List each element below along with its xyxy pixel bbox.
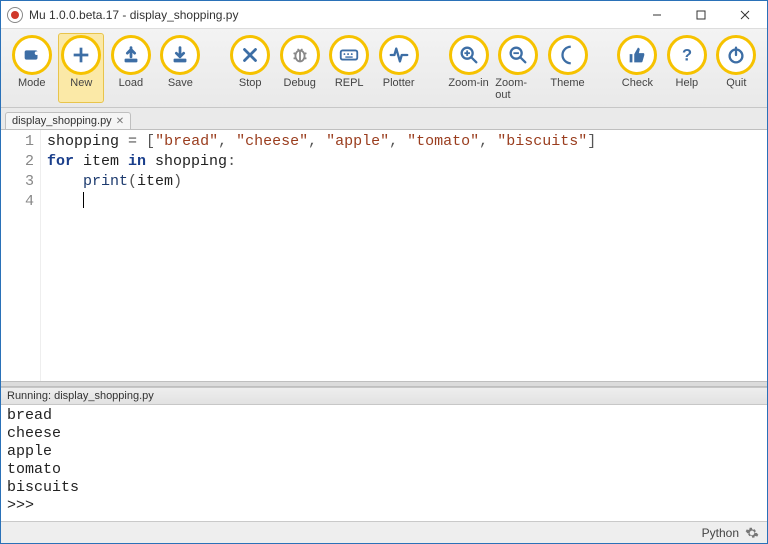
code-line[interactable]: print(item) — [47, 172, 596, 192]
code-line[interactable]: for item in shopping: — [47, 152, 596, 172]
line-number-gutter: 1234 — [1, 130, 41, 381]
settings-icon[interactable] — [745, 526, 759, 540]
plotter-button[interactable]: Plotter — [376, 33, 421, 103]
code-area[interactable]: shopping = ["bread", "cheese", "apple", … — [41, 130, 596, 381]
save-icon — [160, 35, 200, 75]
code-line[interactable] — [47, 192, 596, 212]
code-editor[interactable]: 1234 shopping = ["bread", "cheese", "app… — [1, 130, 767, 381]
line-number: 2 — [1, 152, 34, 172]
new-button[interactable]: New — [58, 33, 104, 103]
save-button[interactable]: Save — [158, 33, 203, 103]
load-icon — [111, 35, 151, 75]
text-cursor — [83, 192, 84, 208]
moon-icon — [548, 35, 588, 75]
close-tab-icon[interactable]: ✕ — [116, 116, 124, 127]
titlebar: Mu 1.0.0.beta.17 - display_shopping.py — [1, 1, 767, 29]
kbd-icon — [329, 35, 369, 75]
theme-button[interactable]: Theme — [545, 33, 590, 103]
line-number: 1 — [1, 132, 34, 152]
line-number: 4 — [1, 192, 34, 212]
tab-bar: display_shopping.py ✕ — [1, 108, 767, 130]
stop-icon — [230, 35, 270, 75]
toolbar-label: Quit — [726, 77, 746, 89]
load-button[interactable]: Load — [108, 33, 153, 103]
toolbar-label: Mode — [18, 77, 46, 89]
code-line[interactable]: shopping = ["bread", "cheese", "apple", … — [47, 132, 596, 152]
toolbar-label: Zoom-in — [448, 77, 488, 89]
toolbar-label: New — [70, 77, 92, 89]
toolbar-label: Zoom-out — [495, 77, 540, 101]
close-button[interactable] — [723, 1, 767, 28]
toolbar-label: Save — [168, 77, 193, 89]
zoomin-button[interactable]: Zoom-in — [446, 33, 491, 103]
maximize-button[interactable] — [679, 1, 723, 28]
mode-icon — [12, 35, 52, 75]
toolbar: Mode New Load Save Stop Debug REPL Plotter Zoom-… — [1, 29, 767, 108]
zout-icon — [498, 35, 538, 75]
mode-button[interactable]: Mode — [9, 33, 54, 103]
zin-icon — [449, 35, 489, 75]
plus-icon — [61, 35, 101, 75]
check-button[interactable]: Check — [615, 33, 660, 103]
help-icon: ? — [667, 35, 707, 75]
toolbar-label: Debug — [284, 77, 316, 89]
debug-button[interactable]: Debug — [277, 33, 322, 103]
toolbar-label: Load — [119, 77, 143, 89]
line-number: 3 — [1, 172, 34, 192]
app-icon — [7, 7, 23, 23]
tab-file[interactable]: display_shopping.py ✕ — [5, 112, 131, 129]
toolbar-label: Check — [622, 77, 653, 89]
status-mode: Python — [702, 526, 739, 540]
help-button[interactable]: ? Help — [664, 33, 709, 103]
status-bar: Python — [1, 521, 767, 543]
runner-header: Running: display_shopping.py — [1, 387, 767, 405]
bug-icon — [280, 35, 320, 75]
pulse-icon — [379, 35, 419, 75]
window-title: Mu 1.0.0.beta.17 - display_shopping.py — [29, 8, 635, 22]
output-panel[interactable]: bread cheese apple tomato biscuits >>> — [1, 405, 767, 521]
toolbar-label: Help — [676, 77, 699, 89]
toolbar-label: REPL — [335, 77, 364, 89]
stop-button[interactable]: Stop — [227, 33, 272, 103]
quit-button[interactable]: Quit — [714, 33, 759, 103]
window-controls — [635, 1, 767, 28]
thumb-icon — [617, 35, 657, 75]
power-icon — [716, 35, 756, 75]
svg-text:?: ? — [682, 47, 692, 65]
zoomout-button[interactable]: Zoom-out — [495, 33, 540, 103]
toolbar-label: Stop — [239, 77, 262, 89]
toolbar-label: Plotter — [383, 77, 415, 89]
minimize-button[interactable] — [635, 1, 679, 28]
tab-label: display_shopping.py — [12, 115, 112, 127]
repl-button[interactable]: REPL — [326, 33, 371, 103]
toolbar-label: Theme — [550, 77, 584, 89]
